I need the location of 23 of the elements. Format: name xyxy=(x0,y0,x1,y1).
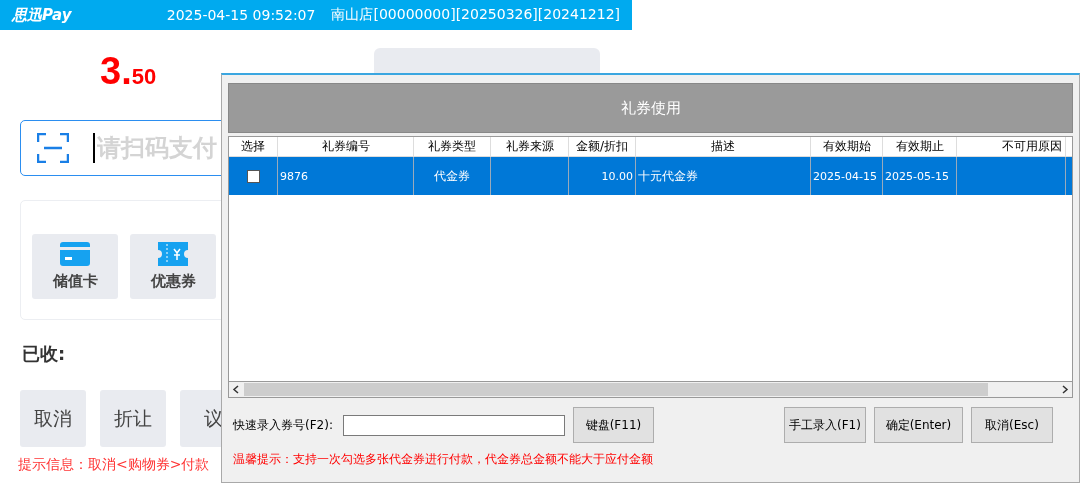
brand-logo: 思迅Pay xyxy=(12,5,72,25)
column-header: 礼券类型 xyxy=(414,137,491,156)
received-label: 已收: xyxy=(22,342,67,366)
column-header: 选择 xyxy=(229,137,278,156)
table-cell: 代金券 xyxy=(434,167,470,185)
hint-text: 提示信息：取消<购物券>付款 xyxy=(18,456,210,474)
table-cell: 9876 xyxy=(280,169,308,183)
column-header: 描述 xyxy=(636,137,811,156)
column-header: 礼券来源 xyxy=(491,137,569,156)
tip-text: 温馨提示：支持一次勾选多张代金券进行付款，代金券总金额不能大于应付金额 xyxy=(233,451,654,468)
column-header: 礼券编号 xyxy=(278,137,414,156)
column-header: 金额/折扣 xyxy=(569,137,636,156)
column-header: 不可用原因 xyxy=(957,137,1066,156)
table-cell: 10.00 xyxy=(601,169,633,183)
column-header: 有效期始 xyxy=(811,137,883,156)
dialog-title: 礼券使用 xyxy=(228,83,1073,133)
store-info: 南山店[00000000][20250326][20241212] xyxy=(331,6,620,24)
table-cell: 十元代金券 xyxy=(638,167,698,185)
column-header: 有效期止 xyxy=(883,137,957,156)
amount-due: 3.50 xyxy=(100,50,157,93)
table-cell: 2025-05-15 xyxy=(885,169,949,183)
table-cell: 2025-04-15 xyxy=(813,169,877,183)
datetime: 2025-04-15 09:52:07 xyxy=(166,7,316,23)
